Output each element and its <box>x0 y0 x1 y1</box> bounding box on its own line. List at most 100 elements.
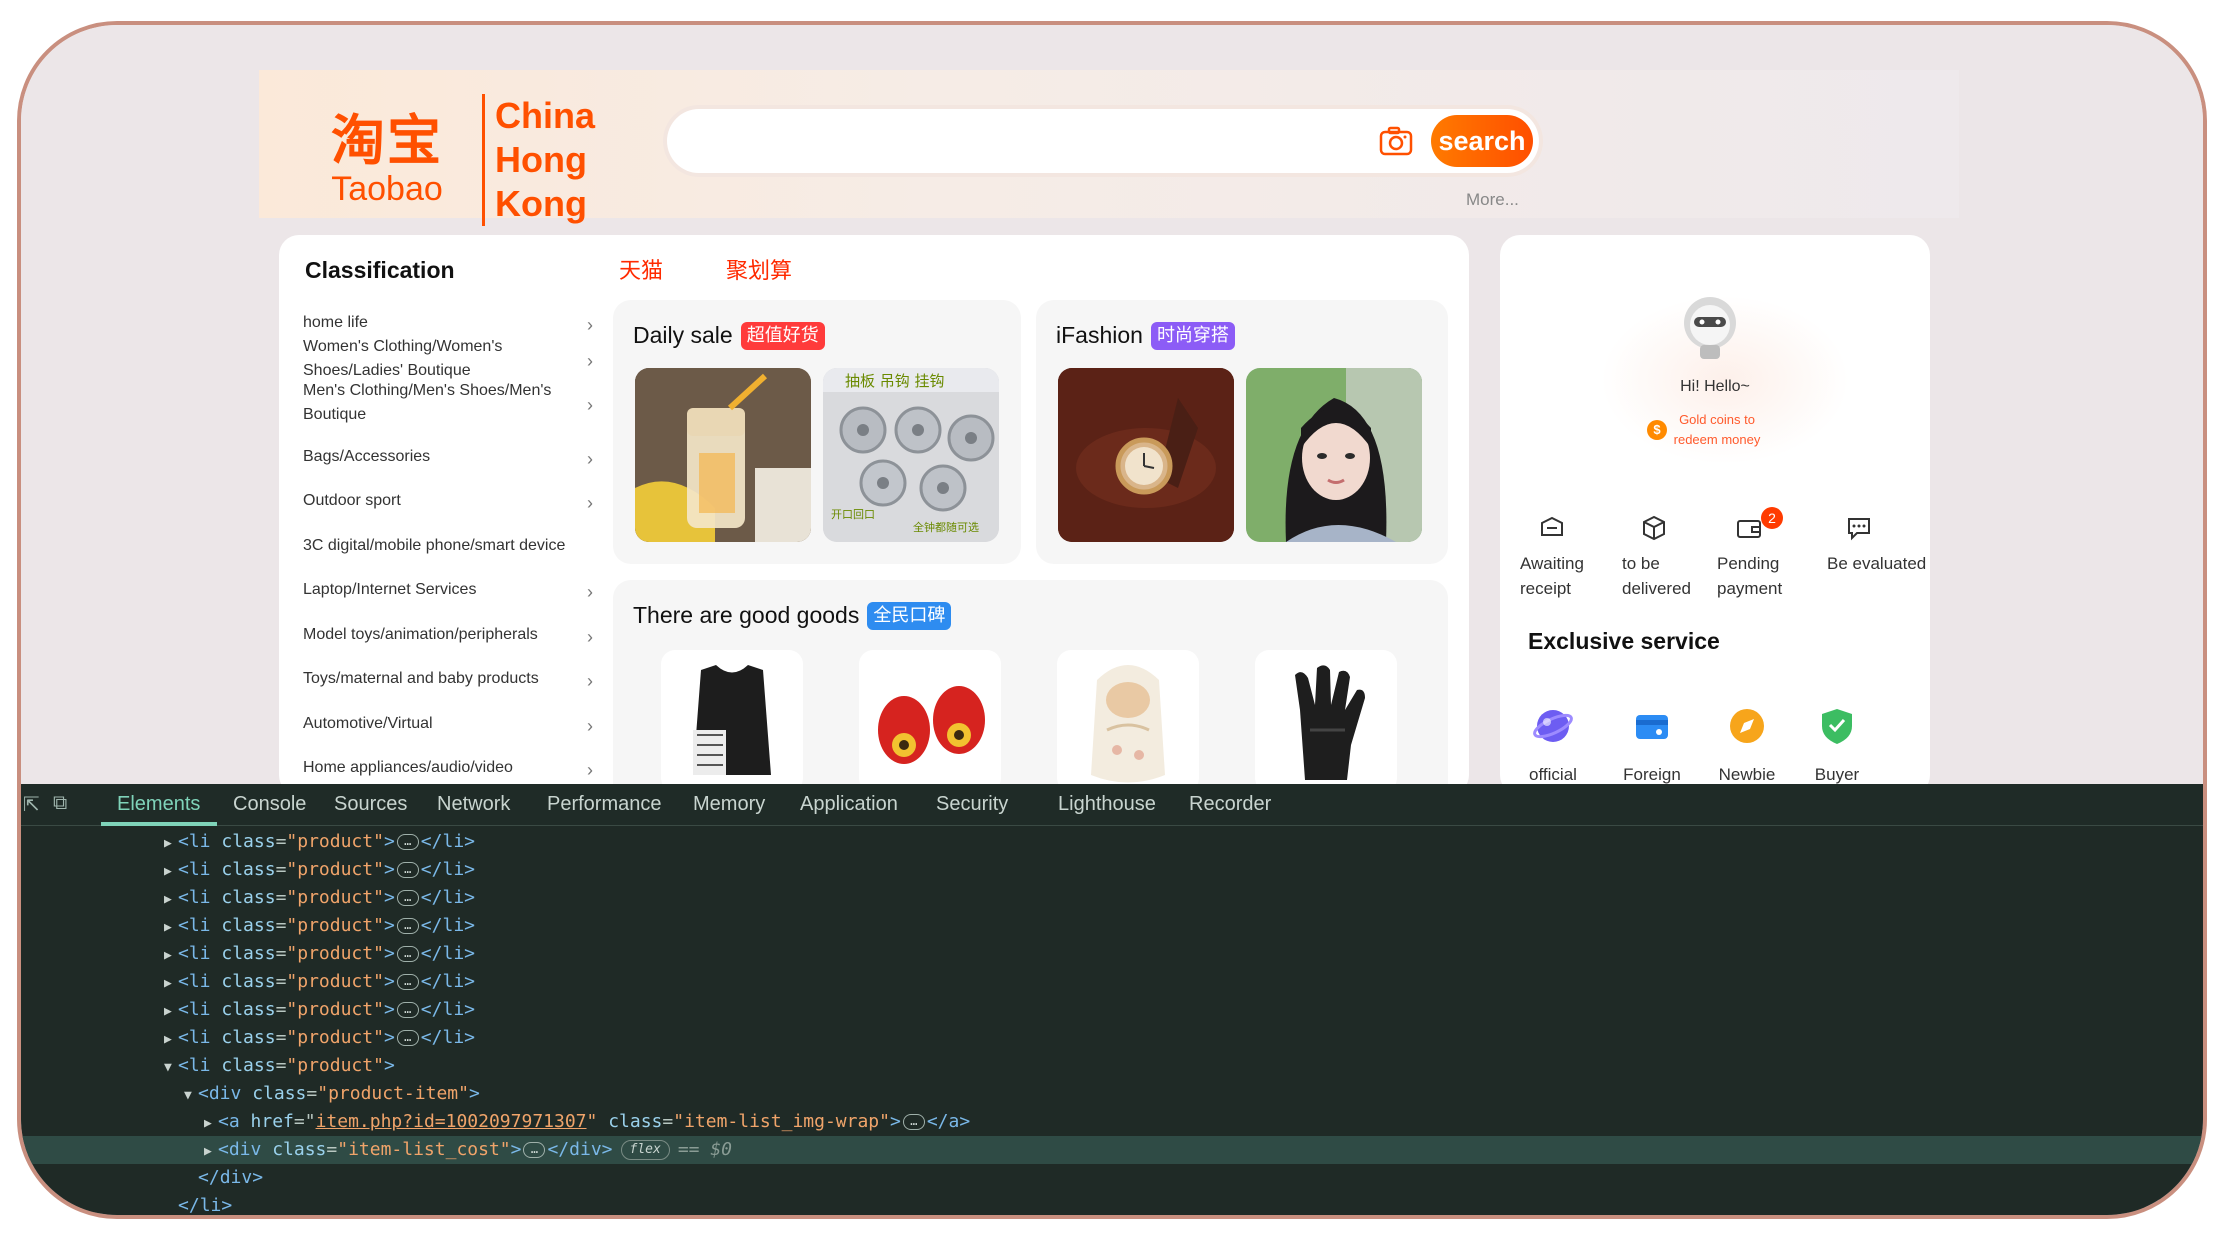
category-label: Toys/maternal and baby products <box>303 670 539 687</box>
category-item[interactable]: Laptop/Internet Services › <box>303 578 603 602</box>
ellipsis-icon[interactable]: … <box>396 1030 419 1046</box>
avatar[interactable] <box>1680 295 1740 361</box>
tile-title-text: There are good goods <box>633 602 860 628</box>
dom-node-li[interactable]: ▶ <li class="product">… </li> <box>21 856 2203 884</box>
good-goods-tile[interactable]: There are good goods 全民口碑 <box>613 580 1448 784</box>
dom-node-li[interactable]: ▶ <li class="product">… </li> <box>21 912 2203 940</box>
product-thumbnail[interactable] <box>859 650 1001 784</box>
expand-arrow-icon[interactable]: ▶ <box>164 998 178 1026</box>
search-button[interactable]: search <box>1431 115 1533 167</box>
service-newbie[interactable]: Newbie <box>1702 705 1792 784</box>
category-item[interactable]: Home appliances/audio/video › <box>303 756 603 780</box>
category-item[interactable]: Outdoor sport › <box>303 489 603 513</box>
ellipsis-icon[interactable]: … <box>396 834 419 850</box>
expand-arrow-icon[interactable]: ▶ <box>164 970 178 998</box>
selected-node-marker: == $0 <box>677 1139 733 1160</box>
product-thumbnail[interactable] <box>1057 650 1199 784</box>
ellipsis-icon[interactable]: … <box>523 1142 546 1158</box>
tab-console[interactable]: Console <box>233 793 306 816</box>
tab-elements[interactable]: Elements <box>117 793 200 816</box>
dom-node-div-selected[interactable]: ▶ <div class="item-list_cost">… </div> flex… <box>21 1136 2203 1164</box>
devtools-tab-bar: ⇱ ⧉ Elements Console Sources Network Per… <box>21 784 2203 826</box>
dom-node-li[interactable]: ▶ <li class="product">… </li> <box>21 1024 2203 1052</box>
category-label: Outdoor sport <box>303 492 401 509</box>
expand-arrow-icon[interactable]: ▶ <box>164 830 178 858</box>
expand-arrow-icon[interactable]: ▶ <box>164 1026 178 1054</box>
daily-sale-tile[interactable]: Daily sale 超值好货 抽板 吊钩 挂钩 开口回口 全钟都随可选 <box>613 300 1021 564</box>
dom-node-li-expanded[interactable]: ▼ <li class="product"> <box>21 1052 2203 1080</box>
gold-coins-link[interactable]: Gold coins to redeem money <box>1662 410 1772 450</box>
product-thumbnail[interactable]: 抽板 吊钩 挂钩 开口回口 全钟都随可选 <box>823 368 999 542</box>
globe-icon <box>1533 710 1573 742</box>
more-link[interactable]: More... <box>1466 190 1519 210</box>
ellipsis-icon[interactable]: … <box>902 1114 925 1130</box>
service-foreign[interactable]: Foreign <box>1607 705 1697 784</box>
dom-node-li[interactable]: ▶ <li class="product">… </li> <box>21 968 2203 996</box>
search-input[interactable]: search <box>667 109 1539 173</box>
exclusive-service-title: Exclusive service <box>1528 628 1720 654</box>
expand-arrow-icon[interactable]: ▶ <box>204 1138 218 1166</box>
dom-node-div[interactable]: ▼ <div class="product-item"> <box>21 1080 2203 1108</box>
tmall-link[interactable]: 天猫 <box>619 253 663 285</box>
expand-arrow-icon[interactable]: ▶ <box>164 858 178 886</box>
vest-image <box>693 665 771 775</box>
dom-node-li[interactable]: ▶ <li class="product">… </li> <box>21 940 2203 968</box>
product-thumbnail[interactable] <box>1058 368 1234 542</box>
expand-arrow-icon[interactable]: ▶ <box>164 914 178 942</box>
category-item[interactable]: Automotive/Virtual › <box>303 712 603 736</box>
expand-arrow-icon[interactable]: ▶ <box>204 1110 218 1138</box>
ellipsis-icon[interactable]: … <box>396 890 419 906</box>
category-item[interactable]: home life › <box>303 311 603 335</box>
expand-arrow-icon[interactable]: ▶ <box>164 942 178 970</box>
category-item[interactable]: 3C digital/mobile phone/smart device <box>303 534 603 558</box>
chevron-right-icon: › <box>587 716 593 736</box>
ellipsis-icon[interactable]: … <box>396 1002 419 1018</box>
order-to-be-delivered[interactable]: to be delivered <box>1622 515 1722 601</box>
juhuasuan-link[interactable]: 聚划算 <box>726 253 792 285</box>
ellipsis-icon[interactable]: … <box>396 918 419 934</box>
device-toolbar-icon[interactable]: ⧉ <box>53 792 67 815</box>
product-thumbnail[interactable] <box>661 650 803 784</box>
ellipsis-icon[interactable]: … <box>396 862 419 878</box>
tab-lighthouse[interactable]: Lighthouse <box>1058 793 1156 816</box>
product-thumbnail[interactable] <box>1255 650 1397 784</box>
dom-node-li[interactable]: ▶ <li class="product">… </li> <box>21 828 2203 856</box>
category-item[interactable]: Model toys/animation/peripherals › <box>303 623 603 647</box>
ellipsis-icon[interactable]: … <box>396 946 419 962</box>
product-thumbnail[interactable] <box>635 368 811 542</box>
region-label[interactable]: China Hong Kong <box>482 94 595 226</box>
tab-performance[interactable]: Performance <box>547 793 662 816</box>
ellipsis-icon[interactable]: … <box>396 974 419 990</box>
category-item[interactable]: Toys/maternal and baby products › <box>303 667 603 691</box>
category-item[interactable]: Men's Clothing/Men's Shoes/Men's Boutiqu… <box>303 379 593 427</box>
dom-node-li[interactable]: ▶ <li class="product">… </li> <box>21 996 2203 1024</box>
camera-icon[interactable] <box>1378 123 1414 159</box>
dom-node-a[interactable]: ▶ <a href="item.php?id=1002097971307" cla… <box>21 1108 2203 1136</box>
category-label: Men's Clothing/Men's Shoes/Men's Boutiqu… <box>303 382 552 423</box>
tab-recorder[interactable]: Recorder <box>1189 793 1271 816</box>
order-be-evaluated[interactable]: Be evaluated <box>1827 515 1927 576</box>
collapse-arrow-icon[interactable]: ▼ <box>164 1054 178 1082</box>
product-thumbnail[interactable] <box>1246 368 1422 542</box>
category-item[interactable]: Bags/Accessories › <box>303 445 603 469</box>
tab-application[interactable]: Application <box>800 793 898 816</box>
tab-memory[interactable]: Memory <box>693 793 765 816</box>
order-label: Pending payment <box>1717 554 1783 598</box>
order-pending-payment[interactable]: 2 Pending payment <box>1717 507 1817 601</box>
tab-sources[interactable]: Sources <box>334 793 407 816</box>
flex-badge[interactable]: flex <box>620 1140 670 1160</box>
tab-security[interactable]: Security <box>936 793 1008 816</box>
category-item[interactable]: Women's Clothing/Women's Shoes/Ladies' B… <box>303 335 593 383</box>
taobao-logo[interactable]: 淘宝 Taobao <box>307 112 467 209</box>
service-official[interactable]: official <box>1508 705 1598 784</box>
service-buyer[interactable]: Buyer <box>1792 705 1882 784</box>
dom-node-li[interactable]: ▶ <li class="product">… </li> <box>21 884 2203 912</box>
collapse-arrow-icon[interactable]: ▼ <box>184 1082 198 1110</box>
good-goods-tag: 全民口碑 <box>867 602 952 630</box>
ifashion-tile[interactable]: iFashion 时尚穿搭 <box>1036 300 1448 564</box>
inspect-element-icon[interactable]: ⇱ <box>23 792 40 817</box>
order-awaiting-receipt[interactable]: Awaiting receipt <box>1520 515 1620 601</box>
tab-network[interactable]: Network <box>437 793 510 816</box>
href-link[interactable]: item.php?id=1002097971307 <box>316 1111 587 1132</box>
expand-arrow-icon[interactable]: ▶ <box>164 886 178 914</box>
